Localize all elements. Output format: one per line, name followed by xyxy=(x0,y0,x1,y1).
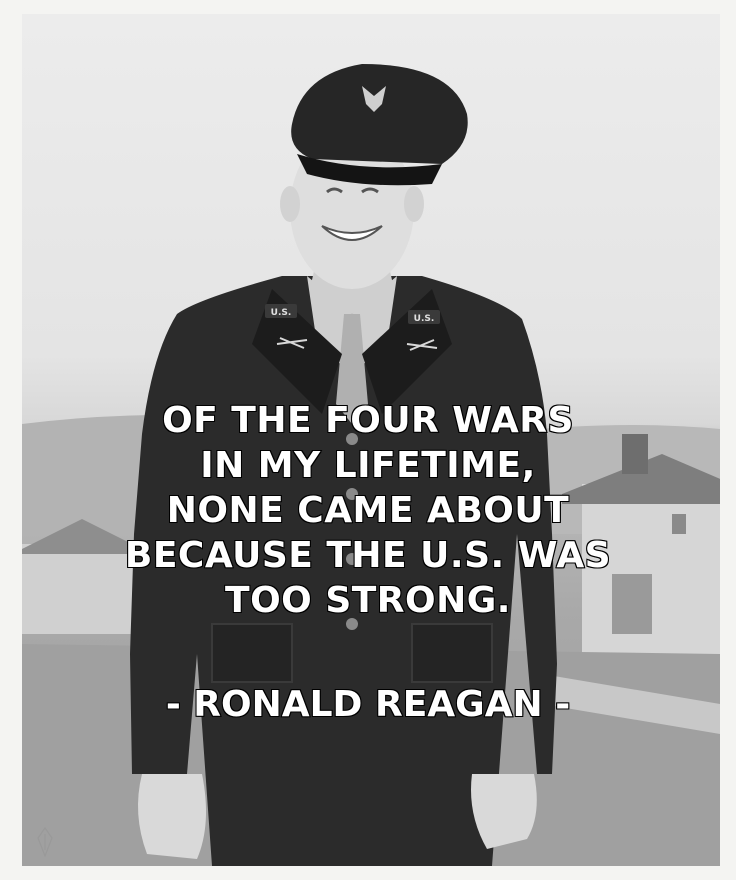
photo-stamp-icon xyxy=(37,826,53,858)
quote-line: BECAUSE THE U.S. WAS xyxy=(124,534,612,577)
service-cap xyxy=(291,64,468,164)
quote-attribution: - RONALD REAGAN - xyxy=(165,683,571,726)
meme-image: U.S. U.S. OF THE FOUR WARS IN MY LIFETIM… xyxy=(0,0,736,880)
quote-text: OF THE FOUR WARS IN MY LIFETIME, NONE CA… xyxy=(0,398,736,623)
pocket-left xyxy=(211,623,293,683)
ear-right xyxy=(404,186,424,222)
pocket-right xyxy=(411,623,493,683)
quote-line: IN MY LIFETIME, xyxy=(199,444,536,487)
hand-left xyxy=(138,774,206,859)
ear-left xyxy=(280,186,300,222)
collar-text-left: U.S. xyxy=(271,308,292,318)
quote-line: OF THE FOUR WARS xyxy=(161,399,574,442)
collar-text-right: U.S. xyxy=(414,314,435,324)
quote-line: TOO STRONG. xyxy=(224,579,511,622)
quote-line: NONE CAME ABOUT xyxy=(166,489,570,532)
